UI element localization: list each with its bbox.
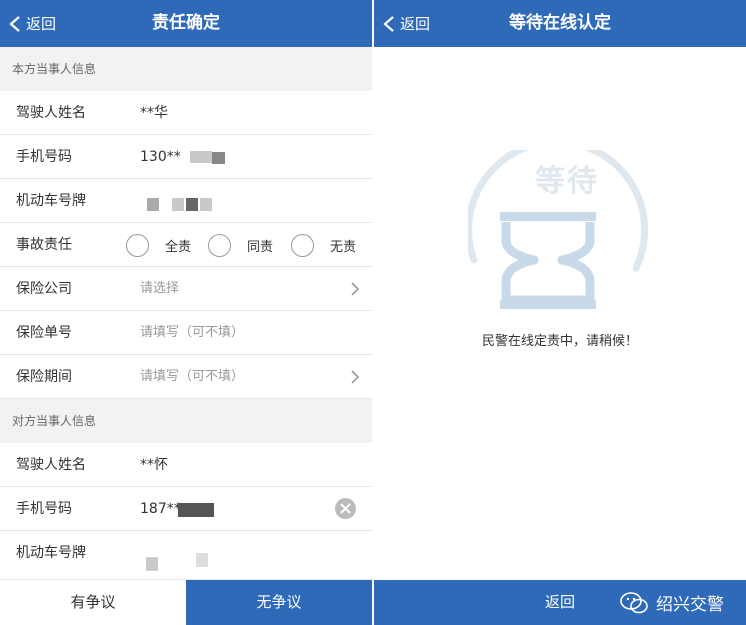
action-bar: 有争议 无争议 <box>0 580 372 625</box>
chevron-left-icon <box>9 15 20 32</box>
chevron-right-icon <box>351 370 360 384</box>
liability-label: 事故责任 <box>16 237 72 253</box>
other-driver-row: 驾驶人姓名 **怀 <box>0 443 372 487</box>
redacted-block <box>146 557 158 571</box>
own-plate-row[interactable]: 机动车号牌 <box>0 179 372 223</box>
own-party-section-header: 本方当事人信息 <box>0 47 372 91</box>
radio-label: 同责 <box>247 240 274 255</box>
redacted-block <box>172 198 184 211</box>
radio-equal-liability[interactable]: 同责 <box>208 234 273 257</box>
back-button[interactable]: 返回 <box>8 0 56 47</box>
radio-circle[interactable] <box>291 234 314 257</box>
period-label: 保险期间 <box>16 369 72 385</box>
own-phone-value: 130** <box>140 149 181 165</box>
policy-row[interactable]: 保险单号 请填写（可不填） <box>0 311 372 355</box>
other-plate-label: 机动车号牌 <box>16 545 86 561</box>
redacted-block <box>178 503 214 517</box>
other-phone-label: 手机号码 <box>16 501 72 517</box>
radio-circle[interactable] <box>208 234 231 257</box>
clear-icon[interactable] <box>335 498 356 519</box>
other-plate-row[interactable]: 机动车号牌 <box>0 531 372 580</box>
nav-bar: 返回 责任确定 <box>0 0 372 47</box>
liability-row: 事故责任 全责 同责 无责 <box>0 223 372 267</box>
own-plate-label: 机动车号牌 <box>16 193 86 209</box>
redacted-block <box>190 151 212 163</box>
watermark: 绍兴交警 <box>620 590 724 615</box>
redacted-block <box>212 152 225 164</box>
radio-label: 全责 <box>165 240 192 255</box>
other-driver-value: **怀 <box>140 457 168 473</box>
insurer-row[interactable]: 保险公司 请选择 <box>0 267 372 311</box>
waiting-message: 民警在线定责中，请稍候！ <box>481 334 638 349</box>
nav-bar: 返回 等待在线认定 <box>374 0 746 47</box>
back-label: 返回 <box>26 15 57 33</box>
policy-label: 保险单号 <box>16 325 72 341</box>
radio-circle[interactable] <box>126 234 149 257</box>
policy-input[interactable]: 请填写（可不填） <box>140 311 244 355</box>
waiting-screen: 返回 等待在线认定 等待 民警在线定责中，请稍候！ 返回 绍兴交警 <box>374 0 746 625</box>
back-button[interactable]: 返回 <box>382 0 430 47</box>
period-row[interactable]: 保险期间 请填写（可不填） <box>0 355 372 399</box>
wait-icon-text: 等待 <box>535 164 599 199</box>
other-phone-row[interactable]: 手机号码 187** <box>0 487 372 531</box>
redacted-block <box>196 553 208 567</box>
chevron-left-icon <box>383 15 394 32</box>
other-party-section-header: 对方当事人信息 <box>0 399 372 443</box>
own-phone-row[interactable]: 手机号码 130** <box>0 135 372 179</box>
bottom-bar: 返回 绍兴交警 <box>374 580 746 625</box>
watermark-text: 绍兴交警 <box>656 595 724 615</box>
no-dispute-button[interactable]: 无争议 <box>186 580 372 625</box>
radio-label: 无责 <box>330 240 357 255</box>
redacted-block <box>200 198 212 211</box>
own-phone-label: 手机号码 <box>16 149 72 165</box>
radio-no-liability[interactable]: 无责 <box>291 234 356 257</box>
back-label: 返回 <box>400 15 431 33</box>
own-driver-row: 驾驶人姓名 **华 <box>0 91 372 135</box>
dispute-button[interactable]: 有争议 <box>0 580 186 625</box>
redacted-block <box>186 198 198 211</box>
wechat-icon <box>620 591 648 613</box>
other-phone-value[interactable]: 187** <box>140 487 181 531</box>
own-driver-value: **华 <box>140 105 168 121</box>
insurer-label: 保险公司 <box>16 281 72 297</box>
chevron-right-icon <box>351 282 360 296</box>
radio-full-liability[interactable]: 全责 <box>126 234 191 257</box>
period-input[interactable]: 请填写（可不填） <box>140 355 244 399</box>
insurer-select[interactable]: 请选择 <box>140 267 179 311</box>
redacted-block <box>147 198 159 211</box>
other-driver-label: 驾驶人姓名 <box>16 457 86 473</box>
liability-screen: 返回 责任确定 本方当事人信息 驾驶人姓名 **华 手机号码 130** 机动车… <box>0 0 372 625</box>
own-driver-label: 驾驶人姓名 <box>16 105 86 121</box>
